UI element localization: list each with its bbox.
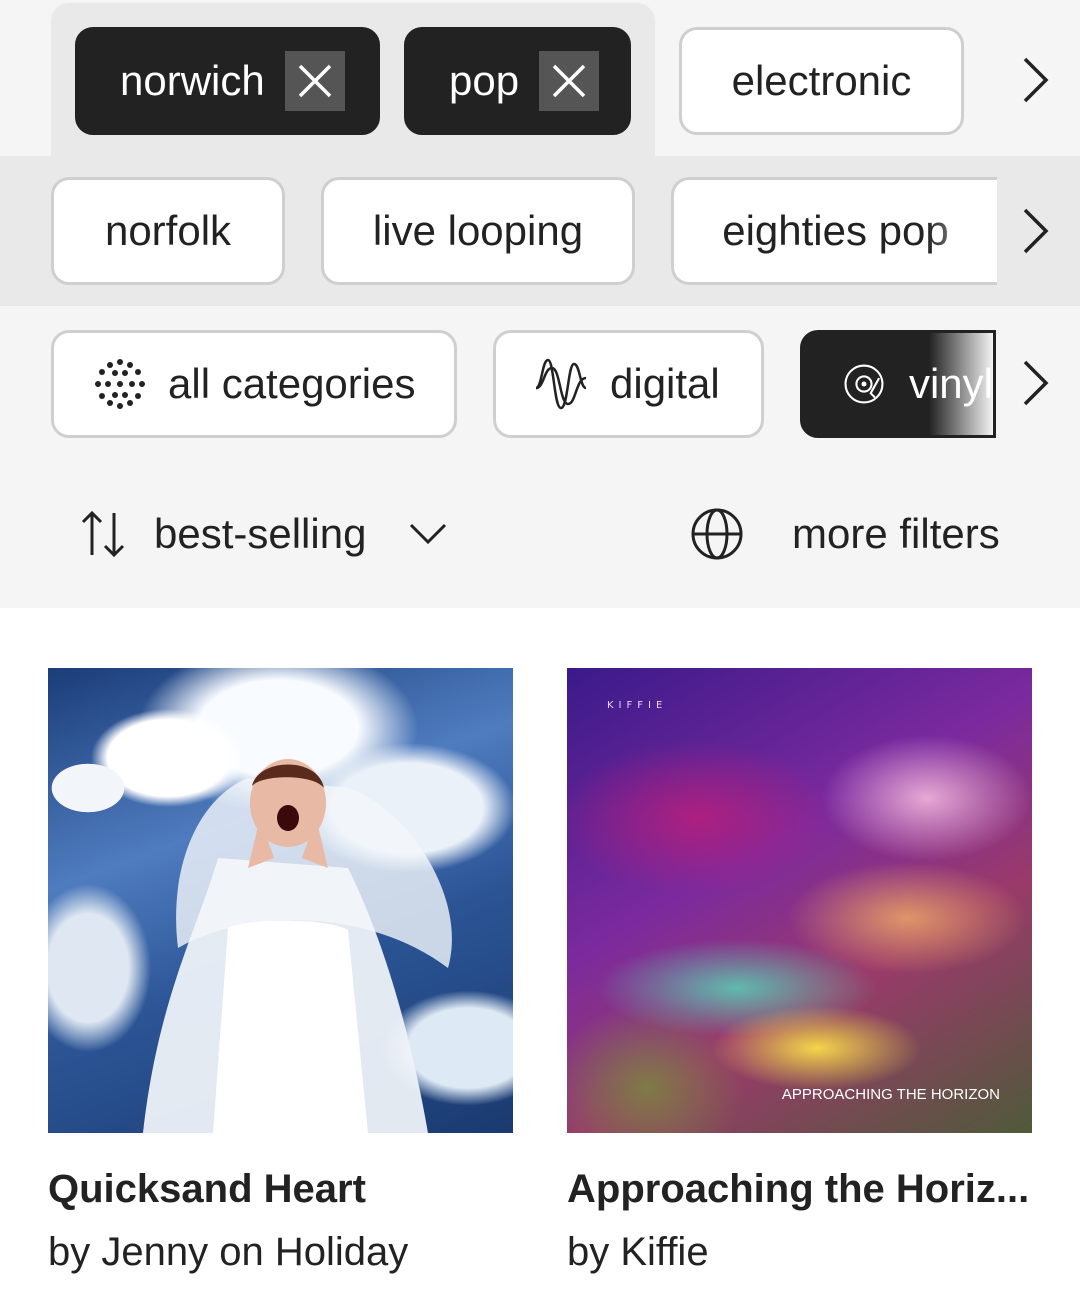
album-cover[interactable]: KIFFIE APPROACHING THE HORIZON bbox=[567, 668, 1032, 1133]
tag-live-looping[interactable]: live looping bbox=[321, 177, 635, 285]
scroll-right-button[interactable] bbox=[1015, 358, 1055, 408]
sort-label: best-selling bbox=[154, 510, 367, 557]
dots-grid-icon bbox=[95, 359, 145, 409]
globe-icon bbox=[691, 508, 743, 560]
tag-label: electronic bbox=[731, 57, 912, 104]
result-card[interactable]: Quicksand Heart by Jenny on Holiday bbox=[48, 668, 513, 1275]
waveform-icon bbox=[535, 358, 587, 410]
sort-dropdown[interactable]: best-selling bbox=[80, 502, 448, 566]
format-label: digital bbox=[610, 360, 720, 407]
tag-electronic[interactable]: electronic bbox=[679, 27, 964, 135]
chevron-right-icon bbox=[1023, 57, 1049, 103]
more-filters-button[interactable]: more filters bbox=[688, 502, 1000, 566]
album-artist[interactable]: by Kiffie bbox=[567, 1230, 1032, 1275]
tag-label: norfolk bbox=[104, 207, 232, 254]
close-icon bbox=[298, 64, 331, 98]
cover-figure bbox=[143, 759, 452, 1133]
scroll-right-button[interactable] bbox=[1015, 206, 1055, 256]
selected-tag-pop[interactable]: pop bbox=[404, 27, 631, 135]
record-player-icon bbox=[844, 364, 884, 404]
album-artist[interactable]: by Jenny on Holiday bbox=[48, 1230, 513, 1275]
cover-caption-text: APPROACHING THE HORIZON bbox=[781, 1086, 1000, 1103]
format-label: all categories bbox=[168, 360, 416, 407]
chevron-right-icon bbox=[1023, 208, 1049, 254]
cover-brand-text: KIFFIE bbox=[607, 700, 668, 711]
album-title[interactable]: Approaching the Horiz... bbox=[567, 1167, 1032, 1212]
close-icon bbox=[552, 64, 586, 98]
selected-tag-norwich[interactable]: norwich bbox=[75, 27, 380, 135]
scroll-right-button[interactable] bbox=[1015, 55, 1055, 105]
tag-eighties-pop[interactable]: eighties pop bbox=[671, 177, 997, 285]
tag-label: eighties pop bbox=[722, 207, 949, 254]
remove-tag-button[interactable] bbox=[284, 51, 345, 111]
remove-tag-button[interactable] bbox=[539, 51, 600, 111]
format-digital[interactable]: digital bbox=[493, 330, 764, 438]
album-title[interactable]: Quicksand Heart bbox=[48, 1167, 513, 1212]
result-card[interactable]: KIFFIE APPROACHING THE HORIZON Approachi… bbox=[567, 668, 1032, 1275]
tag-label: pop bbox=[449, 57, 520, 104]
tag-norfolk[interactable]: norfolk bbox=[51, 177, 285, 285]
more-filters-label: more filters bbox=[792, 510, 1000, 557]
sort-arrows-icon bbox=[81, 510, 125, 558]
filter-panel: norwich pop electronic norfolk live loop… bbox=[0, 0, 1080, 608]
format-vinyl[interactable]: vinyl bbox=[800, 330, 996, 438]
album-cover[interactable] bbox=[48, 668, 513, 1133]
chevron-down-icon bbox=[410, 523, 447, 545]
tag-label: norwich bbox=[120, 57, 265, 104]
format-all-categories[interactable]: all categories bbox=[51, 330, 457, 438]
tag-label: live looping bbox=[372, 207, 584, 254]
chevron-right-icon bbox=[1023, 360, 1049, 406]
